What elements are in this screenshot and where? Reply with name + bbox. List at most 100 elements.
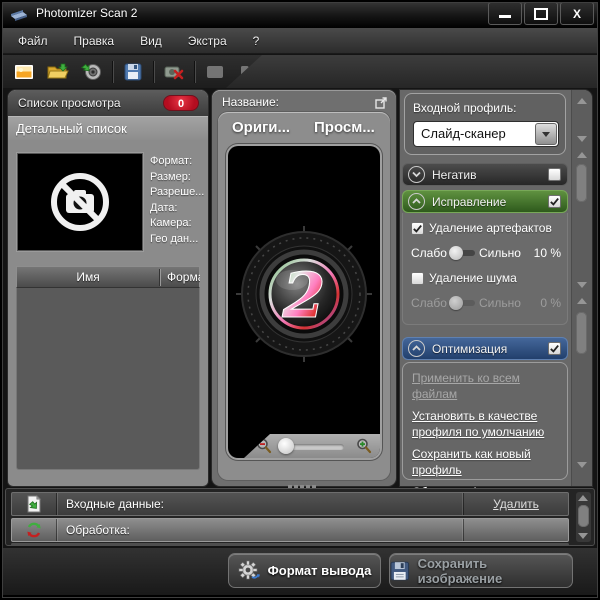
view-single-button[interactable]: [201, 59, 229, 85]
preview-thumbnail: [18, 154, 142, 250]
zoom-in-icon[interactable]: [356, 438, 372, 458]
detach-window-icon[interactable]: [375, 96, 387, 109]
correction-checkbox[interactable]: [548, 195, 561, 208]
tab-original[interactable]: Ориги...: [232, 119, 290, 136]
view-single-icon: [207, 65, 223, 78]
menu-file[interactable]: Файл: [18, 34, 48, 48]
scroll-down-icon[interactable]: [577, 282, 587, 288]
profile-dropdown-button[interactable]: [535, 123, 557, 145]
scroll-thumb[interactable]: [578, 505, 589, 527]
output-format-button[interactable]: Формат вывода: [228, 553, 381, 588]
remove-link[interactable]: Удалить: [463, 493, 568, 515]
delete-image-button[interactable]: [160, 59, 188, 85]
processing-action-cell: [463, 519, 568, 541]
noise-checkbox[interactable]: [411, 271, 424, 285]
title-bar[interactable]: Photomizer Scan 2 X: [0, 0, 600, 28]
browse-list-tab[interactable]: Список просмотра 0: [8, 90, 208, 116]
menu-edit[interactable]: Правка: [74, 34, 115, 48]
collapse-chevron-icon[interactable]: [408, 193, 425, 210]
artifacts-value: 10 %: [533, 246, 561, 260]
menu-extras[interactable]: Экстра: [188, 34, 227, 48]
browse-list-panel: Список просмотра 0 Детальный список Форм…: [8, 90, 208, 486]
name-label: Название:: [222, 95, 279, 109]
artifacts-checkbox[interactable]: [411, 221, 424, 235]
chevron-down-icon: [542, 131, 550, 137]
check-icon: [413, 224, 422, 233]
floppy-icon: [390, 561, 410, 580]
profile-dropdown[interactable]: Слайд-сканер: [413, 121, 559, 147]
noise-slider[interactable]: [449, 296, 477, 310]
file-list-header[interactable]: Имя Формат: [16, 266, 200, 288]
set-default-profile-link[interactable]: Установить в качестве профиля по умолчан…: [412, 408, 558, 440]
artifacts-slider[interactable]: [449, 246, 477, 260]
collapse-chevron-icon[interactable]: [408, 340, 425, 357]
zoom-out-icon[interactable]: [256, 438, 272, 458]
apply-to-all-link[interactable]: Применить ко всем файлам: [412, 370, 558, 402]
toolbar-separator: [194, 60, 195, 83]
open-folder-button[interactable]: [44, 59, 72, 85]
input-data-row[interactable]: Входные данные: Удалить: [11, 492, 569, 516]
save-icon: [124, 63, 142, 80]
section-negative[interactable]: Негатив: [402, 163, 568, 186]
check-icon: [550, 344, 559, 353]
correction-controls: Удаление артефактов Слабо Сильно 10 % Уд…: [402, 213, 568, 325]
menu-help[interactable]: ?: [253, 34, 260, 48]
zoom-slider-thumb[interactable]: [278, 438, 294, 454]
section-optimization[interactable]: Оптимизация: [402, 337, 568, 360]
scroll-up-icon[interactable]: [577, 298, 587, 304]
minimize-button[interactable]: [488, 2, 522, 25]
zoom-bar: [244, 434, 380, 458]
input-profile-group: Входной профиль: Слайд-сканер: [404, 93, 566, 155]
maximize-button[interactable]: [524, 2, 558, 25]
menu-view[interactable]: Вид: [140, 34, 162, 48]
footer-bar: Формат вывода Сохранить изображение: [0, 548, 600, 595]
scroll-up-icon[interactable]: [577, 152, 587, 158]
section-negative-label: Негатив: [432, 167, 477, 182]
metadata-format: Формат:: [150, 155, 193, 167]
view-dual-button[interactable]: [235, 59, 262, 85]
close-button[interactable]: X: [560, 2, 594, 25]
scroll-up-icon[interactable]: [577, 98, 587, 104]
open-image-button[interactable]: [10, 59, 38, 85]
job-list-panel: Входные данные: Удалить Обработка:: [5, 488, 595, 546]
scroll-up-icon[interactable]: [578, 495, 588, 501]
scroll-thumb[interactable]: [576, 312, 587, 354]
scroll-down-icon[interactable]: [577, 136, 587, 142]
save-button-toolbar[interactable]: [119, 59, 147, 85]
app-window: Photomizer Scan 2 X Файл Правка Вид Экст…: [0, 0, 600, 600]
processing-cell: [12, 519, 57, 541]
processing-row[interactable]: Обработка:: [11, 518, 569, 542]
open-folder-icon: [47, 63, 69, 78]
metadata-resolution: Разреше...: [150, 186, 205, 198]
scroll-down-icon[interactable]: [577, 462, 587, 468]
detail-list-label: Детальный список: [16, 121, 127, 136]
metadata-size: Размер:: [150, 170, 191, 183]
settings-panel: Входной профиль: Слайд-сканер Негатив Ис…: [400, 90, 592, 515]
scroll-thumb[interactable]: [576, 164, 587, 202]
noise-value: 0 %: [540, 296, 561, 310]
scan-import-button[interactable]: [78, 59, 106, 85]
column-divider[interactable]: [159, 269, 160, 286]
save-new-profile-link[interactable]: Сохранить как новый профиль: [412, 446, 558, 478]
column-name[interactable]: Имя: [17, 267, 159, 287]
save-image-button[interactable]: Сохранить изображение: [389, 553, 573, 588]
delete-image-icon: [164, 66, 184, 79]
strong-label: Сильно: [479, 296, 521, 310]
tab-preview[interactable]: Просм...: [314, 119, 375, 136]
view-dual-icon: [241, 65, 257, 78]
check-icon: [550, 197, 559, 206]
column-format[interactable]: Формат: [167, 267, 200, 287]
noise-slider-row: Слабо Сильно 0 %: [411, 296, 561, 310]
settings-scrollbar[interactable]: [571, 90, 592, 486]
partial-row: [11, 543, 569, 546]
profile-dropdown-value: Слайд-сканер: [421, 126, 506, 141]
image-viewer[interactable]: 2: [228, 146, 380, 458]
job-list-scrollbar[interactable]: [576, 492, 591, 542]
section-correction[interactable]: Исправление: [402, 190, 568, 213]
expand-chevron-icon[interactable]: [408, 166, 425, 183]
negative-checkbox[interactable]: [548, 168, 561, 181]
file-list-body[interactable]: [16, 288, 200, 470]
optimization-checkbox[interactable]: [548, 342, 561, 355]
artifacts-row: Удаление артефактов: [411, 221, 552, 235]
scroll-down-icon[interactable]: [578, 533, 588, 539]
